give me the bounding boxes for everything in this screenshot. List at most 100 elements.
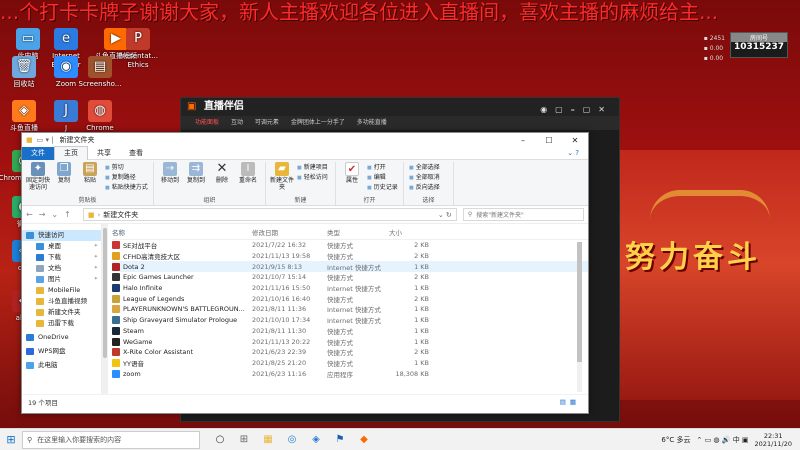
maximize-button[interactable]: ☐ [536, 136, 562, 145]
nav-onedrive[interactable]: OneDrive [22, 332, 101, 343]
stream-app-titlebar: ▣ 直播伴侣 ◉▢–▢✕ [181, 98, 619, 116]
group-label: 组织 [203, 197, 216, 204]
nav-quick-access[interactable]: 快速访问 [22, 230, 101, 241]
file-type: 快捷方式 [327, 349, 353, 358]
file-type: 快捷方式 [327, 327, 353, 336]
file-row[interactable]: WeGame 2021/11/13 20:22 快捷方式 1 KB [112, 336, 588, 347]
folder-icon [36, 320, 44, 327]
taskbar-app-icon[interactable]: ⊞ [232, 434, 256, 445]
nav-item[interactable]: 斗鱼直播视频 [22, 296, 101, 307]
copy-icon: ❐ [57, 162, 71, 176]
column-size[interactable]: 大小 [389, 227, 429, 237]
taskbar-app-icon[interactable]: ◆ [352, 434, 376, 445]
taskbar-app-icon[interactable]: ◈ [304, 434, 328, 445]
ribbon-expand-icon[interactable]: ⌄ ? [558, 147, 588, 160]
file-row[interactable]: X-Rite Color Assistant 2021/6/23 22:39 快捷方… [112, 347, 588, 358]
folder-icon: ■ [87, 210, 95, 219]
nav-item[interactable]: 文档 ✦ [22, 263, 101, 274]
file-name: League of Legends [123, 294, 185, 303]
stream-tab[interactable]: 功能面板 [195, 119, 219, 126]
column-name[interactable]: 名称 [112, 227, 252, 237]
refresh-icon[interactable]: ⌄ ↻ [438, 211, 452, 219]
nav-item[interactable]: MobileFile [22, 285, 101, 296]
file-name: SE对战平台 [123, 242, 158, 251]
taskbar-app-icon[interactable]: ▦ [256, 434, 280, 445]
view-toggle-icons[interactable]: ▤▦ [560, 398, 580, 406]
nav-item[interactable]: 下载 ✦ [22, 252, 101, 263]
taskbar-app-icon[interactable]: ⚑ [328, 434, 352, 445]
quick-access-toolbar[interactable]: ▭ ▾ | [37, 136, 54, 144]
file-row[interactable]: Epic Games Launcher 2021/10/7 15:14 快捷方式 2 … [112, 272, 588, 283]
column-date[interactable]: 修改日期 [252, 227, 327, 237]
stream-tab[interactable]: 多功能直播 [357, 119, 387, 126]
nav-item[interactable]: 桌面 ✦ [22, 241, 101, 252]
file-type: 快捷方式 [327, 359, 353, 368]
file-row[interactable]: zoom 2021/6/23 11:16 应用程序 18,308 KB [112, 368, 588, 379]
new-item-button[interactable]: 新建项目 [295, 163, 328, 173]
easy-access-button[interactable]: 轻松访问 [295, 173, 328, 183]
copy-path-button[interactable]: 复制路径 [103, 173, 148, 183]
move-icon: ⇢ [163, 162, 177, 176]
file-date: 2021/6/23 22:39 [252, 348, 307, 357]
file-icon [112, 316, 120, 325]
file-row[interactable]: PLAYERUNKNOWN'S BATTLEGROUN... 2021/8/11 … [112, 304, 588, 315]
file-row[interactable]: Halo Infinite 2021/11/16 15:50 Internet 快捷… [112, 283, 588, 294]
chevron-right-icon: › [97, 210, 101, 219]
file-row[interactable]: Steam 2021/8/11 11:30 快捷方式 1 KB [112, 326, 588, 337]
pin-icon: ✦ [93, 265, 98, 271]
desktop-icon[interactable]: ◍ Chrome [72, 100, 128, 133]
file-row[interactable]: Ship Graveyard Simulator Prologue 2021/10… [112, 315, 588, 326]
tab-file[interactable]: 文件 [22, 146, 54, 160]
nav-this-pc[interactable]: 此电脑 [22, 360, 101, 371]
tray-icons[interactable]: ⌃ ▭ ◍ 🔊 中 ▣ [696, 435, 748, 445]
tab-view[interactable]: 查看 [120, 147, 152, 160]
invert-selection-button[interactable]: 反向选择 [407, 183, 440, 193]
scrolling-banner-text: ...个打卡卡牌子谢谢大家，新人主播欢迎各位进入直播间，喜欢主播的麻烦给主... [0, 0, 719, 24]
stream-window-controls[interactable]: ◉▢–▢✕ [540, 101, 613, 119]
desktop-icon[interactable]: ▤ Screensho... [72, 56, 128, 89]
nav-item[interactable]: 迅雷下载 [22, 318, 101, 329]
minimize-button[interactable]: – [510, 136, 536, 145]
cloud-icon [26, 334, 34, 341]
file-row[interactable]: YY语音 2021/8/25 21:20 快捷方式 1 KB [112, 358, 588, 369]
stream-tab[interactable]: 互动 [231, 119, 243, 126]
file-icon [112, 305, 120, 314]
stream-tab[interactable]: 金牌团体上一分手了 [291, 119, 345, 126]
taskbar-app-icon[interactable]: ◎ [280, 434, 304, 445]
file-name: Dota 2 [123, 262, 145, 271]
nav-arrows[interactable]: ←→⌄↑ [26, 210, 77, 219]
nav-item[interactable]: 新建文件夹 [22, 307, 101, 318]
tab-home[interactable]: 主页 [54, 146, 88, 160]
file-explorer-window[interactable]: ■ ▭ ▾ | 新建文件夹 – ☐ ✕ 文件 主页 共享 查看 ⌄ ? ✦ 固定到… [21, 132, 589, 414]
close-button[interactable]: ✕ [562, 136, 588, 145]
select-none-button[interactable]: 全部取消 [407, 173, 440, 183]
taskbar-app-icon[interactable]: ○ [208, 434, 232, 445]
nav-wps[interactable]: WPS网盘 [22, 346, 101, 357]
file-row[interactable]: CFHD高清竞技大区 2021/11/13 19:58 快捷方式 2 KB [112, 251, 588, 262]
stream-tab[interactable]: 可调元素 [255, 119, 279, 126]
windows-start-icon[interactable]: ⊞ [0, 433, 22, 446]
file-row[interactable]: League of Legends 2021/10/16 16:40 快捷方式 2 K… [112, 293, 588, 304]
paste-icon: ▤ [83, 162, 97, 176]
edit-button[interactable]: 编辑 [365, 173, 398, 183]
search-input[interactable]: ⚲ 搜索"新建文件夹" [462, 208, 584, 221]
weather-text[interactable]: 6°C 多云 [661, 435, 690, 445]
select-all-button[interactable]: 全部选择 [407, 163, 440, 173]
file-list-scrollbar[interactable] [577, 242, 582, 392]
column-type[interactable]: 类型 [327, 227, 389, 237]
history-button[interactable]: 历史记录 [365, 183, 398, 193]
app-icon: ◍ [88, 100, 112, 122]
file-row[interactable]: Dota 2 2021/9/15 8:13 Internet 快捷方式 1 KB [112, 261, 588, 273]
ribbon: ✦固定到快速访问 ❐复制 ▤粘贴 剪切 复制路径 粘贴快捷方式 剪贴板 ⇢移动到… [22, 160, 588, 206]
paste-shortcut-button[interactable]: 粘贴快捷方式 [103, 183, 148, 193]
open-button[interactable]: 打开 [365, 163, 398, 173]
file-row[interactable]: SE对战平台 2021/7/22 16:32 快捷方式 2 KB [112, 240, 588, 251]
clock[interactable]: 22:31 2021/11/20 [755, 432, 792, 448]
file-size: 1 KB [414, 305, 429, 314]
explorer-titlebar[interactable]: ■ ▭ ▾ | 新建文件夹 – ☐ ✕ [22, 133, 588, 147]
tab-share[interactable]: 共享 [88, 147, 120, 160]
taskbar-search-input[interactable]: ⚲ 在这里输入你要搜索的内容 [22, 430, 200, 449]
cut-button[interactable]: 剪切 [103, 163, 148, 173]
address-input[interactable]: ■ › 新建文件夹 ⌄ ↻ [82, 208, 457, 221]
nav-item[interactable]: 图片 ✦ [22, 274, 101, 285]
